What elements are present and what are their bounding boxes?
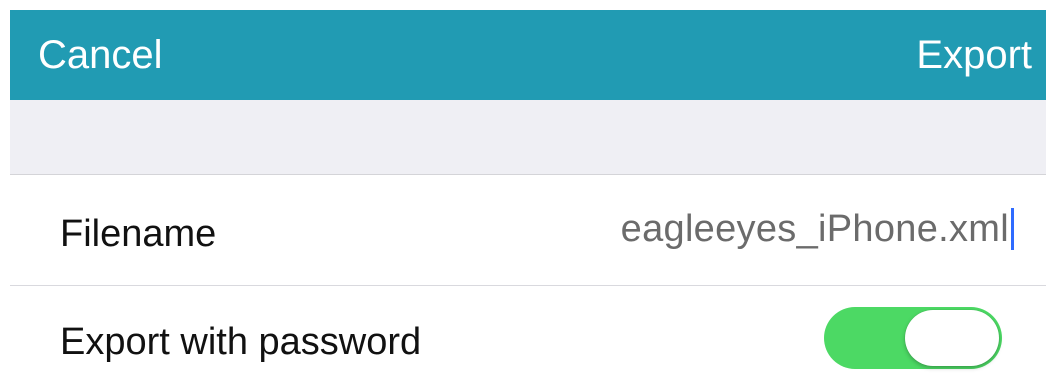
export-with-password-label: Export with password <box>60 321 422 363</box>
toggle-knob[interactable] <box>905 310 999 366</box>
navigation-bar: Cancel Export <box>10 10 1046 100</box>
section-spacer <box>10 100 1046 175</box>
filename-label: Filename <box>60 213 217 255</box>
filename-field[interactable]: eagleeyes_iPhone.xml <box>621 203 1014 255</box>
cancel-button[interactable]: Cancel <box>38 30 163 80</box>
filename-row: Filename eagleeyes_iPhone.xml <box>10 175 1046 285</box>
text-cursor <box>1011 208 1014 250</box>
filename-value[interactable]: eagleeyes_iPhone.xml <box>621 206 1009 252</box>
export-with-password-row: Export with password <box>10 286 1046 390</box>
export-with-password-toggle[interactable] <box>824 307 1002 369</box>
export-button[interactable]: Export <box>916 30 1032 80</box>
